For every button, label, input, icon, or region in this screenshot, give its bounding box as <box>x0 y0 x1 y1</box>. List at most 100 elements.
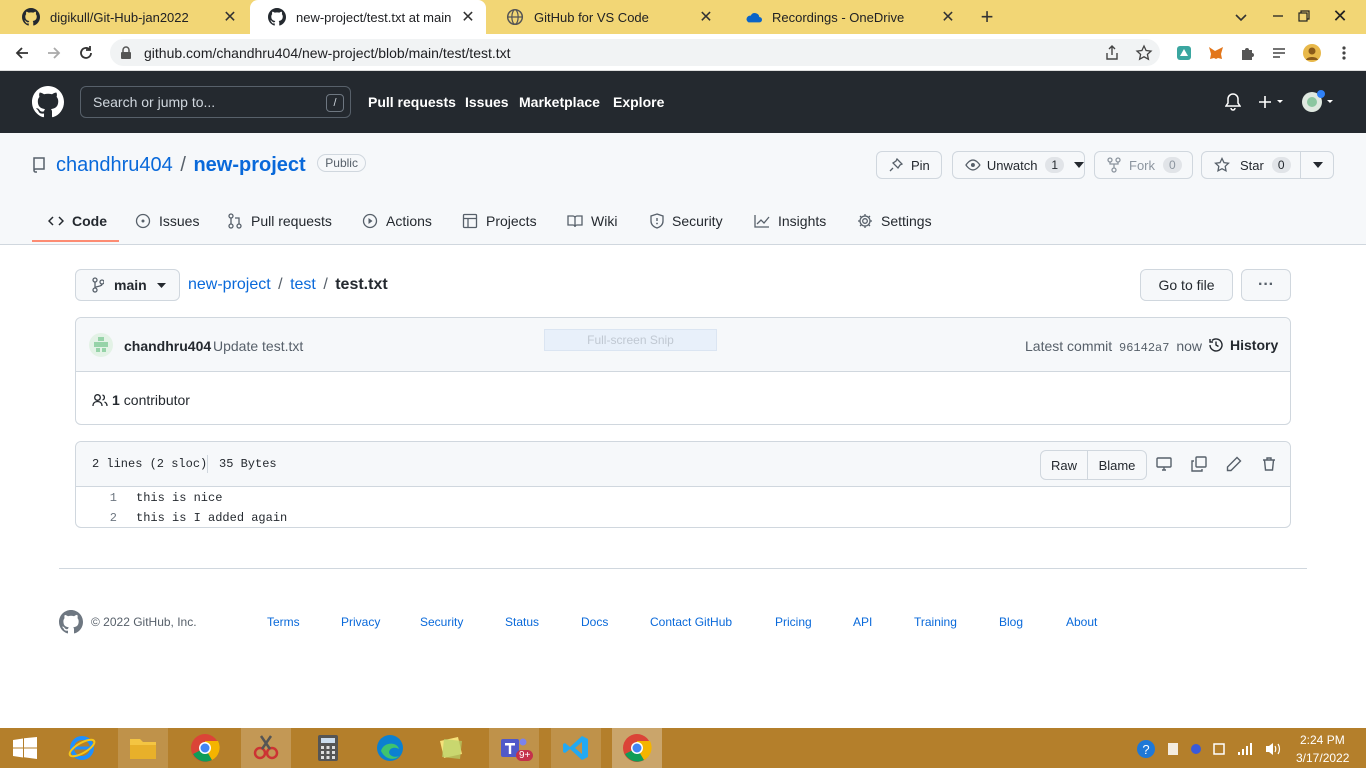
extensions-puzzle-icon[interactable] <box>1237 42 1259 64</box>
tab-wiki[interactable]: Wiki <box>567 212 617 230</box>
commit-author-avatar[interactable] <box>89 333 113 357</box>
lock-icon <box>121 45 131 59</box>
history-link[interactable]: History <box>1208 337 1278 353</box>
desktop-icon[interactable] <box>1156 456 1172 472</box>
blame-button[interactable]: Blame <box>1087 450 1147 480</box>
browser-tab-2[interactable]: new-project/test.txt at main · cha ✕ <box>250 0 486 34</box>
help-icon[interactable]: ? <box>1136 739 1156 759</box>
clock-date[interactable]: 3/17/2022 <box>1296 751 1349 765</box>
minimize-icon[interactable] <box>1270 8 1286 24</box>
file-explorer-icon[interactable] <box>118 728 168 768</box>
footer-link-status[interactable]: Status <box>505 615 539 629</box>
tab-pull-requests[interactable]: Pull requests <box>227 212 332 230</box>
unwatch-button[interactable]: Unwatch 1 <box>952 151 1085 179</box>
footer-link-api[interactable]: API <box>853 615 872 629</box>
extension-icon[interactable] <box>1173 42 1195 64</box>
sticky-notes-icon[interactable] <box>427 728 477 768</box>
calculator-icon[interactable] <box>303 728 353 768</box>
restore-icon[interactable] <box>1296 8 1312 24</box>
contributors-link[interactable]: 1 contributor <box>92 392 190 408</box>
footer-link-about[interactable]: About <box>1066 615 1097 629</box>
tab-security[interactable]: Security <box>650 212 723 230</box>
reading-list-icon[interactable] <box>1268 42 1290 64</box>
more-options-button[interactable]: ··· <box>1241 269 1291 301</box>
tab-settings[interactable]: Settings <box>857 212 932 230</box>
edge-icon[interactable] <box>365 728 415 768</box>
file-box: 2 lines (2 sloc) 35 Bytes Raw Blame 1 th… <box>75 441 1291 528</box>
browser-tab-3[interactable]: GitHub for VS Code ✕ <box>488 0 724 34</box>
footer-link-training[interactable]: Training <box>914 615 957 629</box>
browser-tab-1[interactable]: digikull/Git-Hub-jan2022 ✕ <box>4 0 248 34</box>
close-icon[interactable]: ✕ <box>222 9 238 26</box>
new-tab-icon[interactable]: + <box>976 4 998 29</box>
footer-link-privacy[interactable]: Privacy <box>341 615 380 629</box>
close-icon[interactable]: ✕ <box>940 9 956 26</box>
nav-marketplace[interactable]: Marketplace <box>519 94 600 110</box>
nav-issues[interactable]: Issues <box>465 94 509 110</box>
chrome-icon[interactable] <box>180 728 230 768</box>
tab-issues[interactable]: Issues <box>135 212 199 230</box>
branch-select-button[interactable]: main <box>75 269 180 301</box>
clock-time[interactable]: 2:24 PM <box>1300 733 1345 747</box>
metamask-icon[interactable] <box>1205 42 1227 64</box>
footer-link-pricing[interactable]: Pricing <box>775 615 812 629</box>
footer-link-docs[interactable]: Docs <box>581 615 608 629</box>
tab-insights[interactable]: Insights <box>754 212 826 230</box>
close-icon[interactable]: ✕ <box>460 9 476 26</box>
teams-icon[interactable]: 9+ <box>489 728 539 768</box>
tab-code[interactable]: Code <box>48 212 107 230</box>
browser-tab-4[interactable]: Recordings - OneDrive ✕ <box>726 0 966 34</box>
raw-button[interactable]: Raw <box>1040 450 1088 480</box>
create-new-icon[interactable] <box>1258 95 1286 109</box>
snipping-tool-icon[interactable] <box>241 728 291 768</box>
line-number[interactable]: 1 <box>92 491 117 505</box>
tab-search-icon[interactable] <box>1232 8 1250 26</box>
tab-projects[interactable]: Projects <box>462 212 537 230</box>
close-icon[interactable]: ✕ <box>698 9 714 26</box>
copy-icon[interactable] <box>1191 456 1207 472</box>
fork-button[interactable]: Fork 0 <box>1094 151 1193 179</box>
star-dropdown-icon[interactable] <box>1313 162 1323 168</box>
pin-button[interactable]: Pin <box>876 151 942 179</box>
github-footer-logo-icon[interactable] <box>59 610 83 634</box>
line-number[interactable]: 2 <box>92 511 117 525</box>
footer-link-contact[interactable]: Contact GitHub <box>650 615 732 629</box>
breadcrumb-folder-link[interactable]: test <box>290 276 316 293</box>
user-avatar-icon[interactable] <box>1301 90 1337 114</box>
share-icon[interactable] <box>1101 42 1123 64</box>
vscode-icon[interactable] <box>551 728 601 768</box>
forward-icon[interactable] <box>43 42 65 64</box>
reload-icon[interactable] <box>75 42 97 64</box>
close-window-icon[interactable]: ✕ <box>1330 6 1350 26</box>
go-to-file-button[interactable]: Go to file <box>1140 269 1233 301</box>
github-logo-icon[interactable] <box>32 86 64 118</box>
back-icon[interactable] <box>11 42 33 64</box>
system-tray-icons[interactable] <box>1166 741 1284 757</box>
trash-icon[interactable] <box>1261 456 1277 472</box>
address-bar[interactable]: github.com/chandhru404/new-project/blob/… <box>110 39 1160 66</box>
footer-link-terms[interactable]: Terms <box>267 615 300 629</box>
breadcrumb-repo-link[interactable]: new-project <box>188 276 271 293</box>
footer-link-security[interactable]: Security <box>420 615 463 629</box>
bell-icon[interactable] <box>1225 93 1241 111</box>
windows-start-icon[interactable] <box>0 728 50 768</box>
svg-text:?: ? <box>1142 742 1149 757</box>
repo-name-link[interactable]: new-project <box>193 154 305 176</box>
graph-icon <box>754 215 770 228</box>
nav-explore[interactable]: Explore <box>613 94 664 110</box>
commit-message[interactable]: Update test.txt <box>213 338 303 354</box>
profile-avatar-icon[interactable] <box>1301 42 1323 64</box>
nav-pull-requests[interactable]: Pull requests <box>368 94 456 110</box>
edit-pencil-icon[interactable] <box>1226 456 1242 472</box>
bookmark-star-icon[interactable] <box>1133 42 1155 64</box>
search-input[interactable]: Search or jump to... / <box>80 86 351 118</box>
commit-author[interactable]: chandhru404 <box>124 338 211 354</box>
internet-explorer-icon[interactable] <box>57 728 107 768</box>
browser-menu-icon[interactable] <box>1333 42 1355 64</box>
star-button[interactable]: Star 0 <box>1201 151 1334 179</box>
footer-link-blog[interactable]: Blog <box>999 615 1023 629</box>
tab-actions[interactable]: Actions <box>362 212 432 230</box>
chrome-active-icon[interactable] <box>612 728 662 768</box>
commit-sha[interactable]: 96142a7 <box>1119 341 1169 355</box>
repo-owner-link[interactable]: chandhru404 <box>56 154 173 176</box>
